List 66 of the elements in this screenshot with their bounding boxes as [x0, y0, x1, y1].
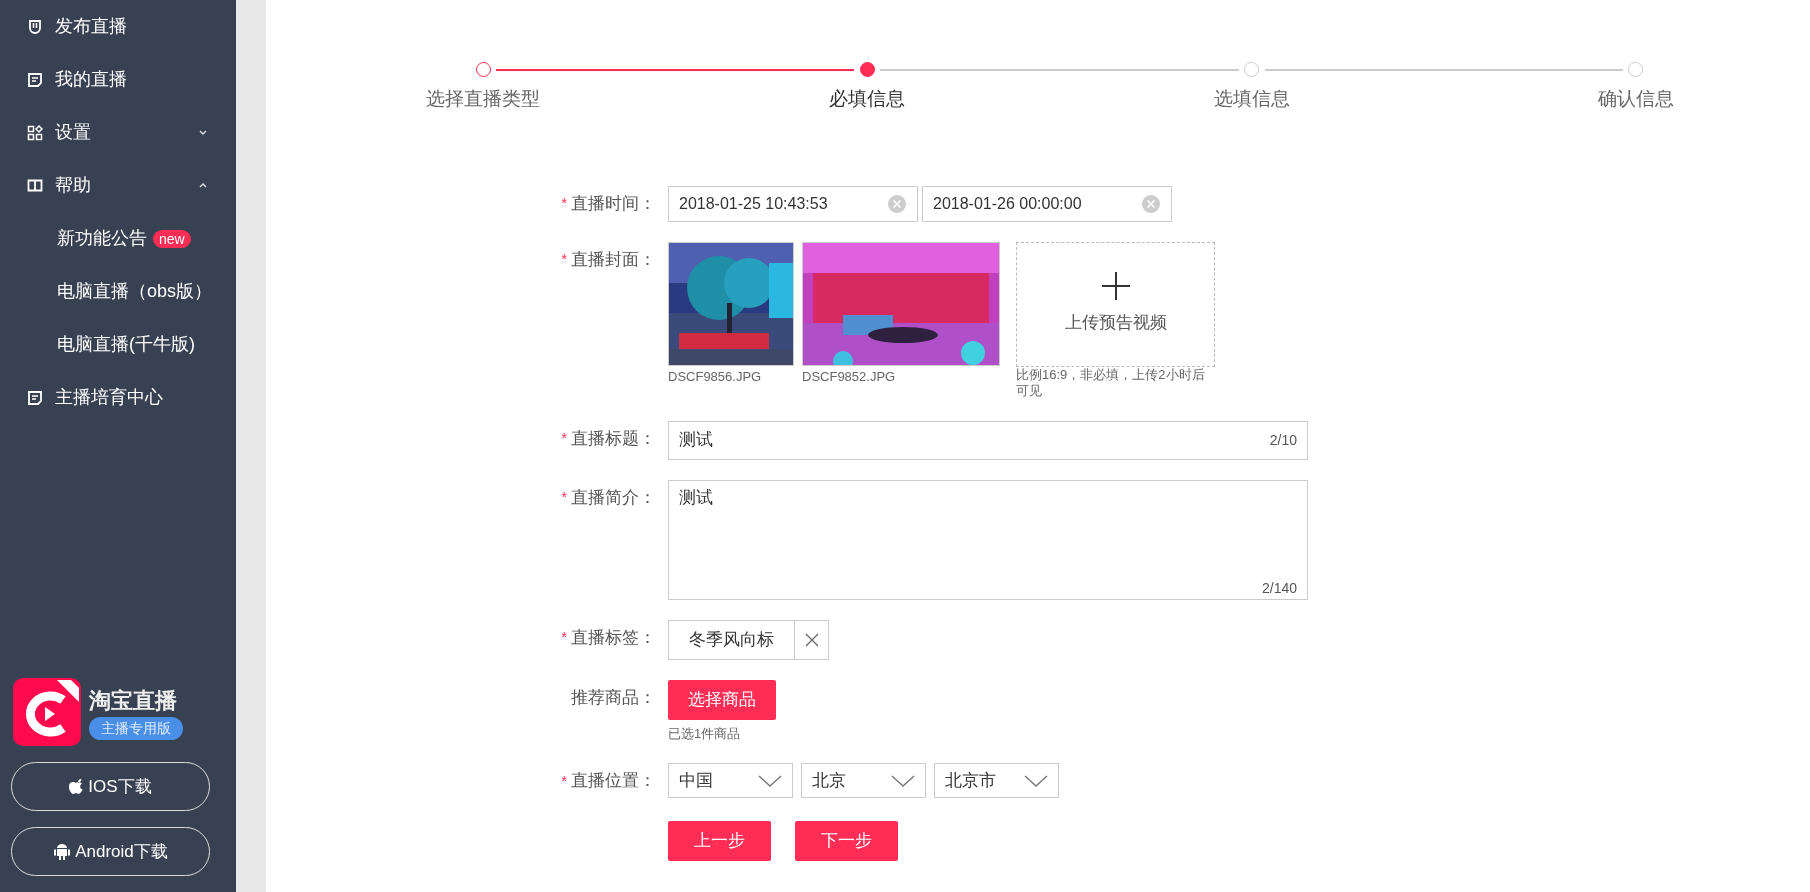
title-field[interactable]: 测试 2/10: [668, 420, 1308, 460]
file-name: DSCF9852.JPG: [802, 368, 896, 384]
step-button[interactable]: 上一步: [668, 821, 771, 861]
field-label: 直播标签：: [571, 626, 656, 649]
menu-label: 帮助: [55, 174, 92, 197]
step-label[interactable]: 必填信息: [829, 85, 906, 114]
date-field[interactable]: 2018-01-25 10:43:53: [668, 185, 918, 222]
document-icon: [27, 71, 43, 88]
submenu-item[interactable]: 新功能公告: [57, 225, 147, 252]
submenu-item[interactable]: 电脑直播(千牛版): [57, 331, 195, 358]
intro-field[interactable]: 测试 2/140: [668, 479, 1308, 600]
document-icon: [27, 389, 43, 406]
app-logo-icon: [13, 678, 81, 746]
field-label: 直播位置：: [571, 770, 656, 792]
required-mark: *: [561, 628, 567, 647]
menu-label: 发布直播: [55, 15, 128, 38]
android-icon: [53, 842, 72, 861]
upload-hint: 比例16:9，非必填，上传2小时后可见: [1016, 366, 1206, 399]
apple-icon: [69, 778, 85, 795]
clear-icon: [1141, 193, 1161, 214]
menu-label: 主播培育中心: [55, 386, 164, 409]
grid-icon: [27, 124, 43, 141]
file-name: DSCF9856.JPG: [668, 368, 762, 384]
required-mark: *: [561, 488, 567, 507]
tag-chip: 冬季风向标: [668, 619, 829, 660]
char-counter: 2/10: [1269, 430, 1297, 450]
required-mark: *: [561, 250, 567, 269]
field-label: 直播时间：: [571, 192, 656, 215]
chevron-down-icon: [891, 774, 915, 787]
menu-label: 我的直播: [55, 68, 128, 91]
select-goods-button[interactable]: 选择商品: [668, 679, 776, 720]
app-name: 淘宝直播: [89, 687, 178, 715]
sidebar-item[interactable]: 帮助: [0, 159, 236, 212]
app-tag: 主播专用版: [89, 717, 183, 740]
field-label: 推荐商品：: [571, 686, 656, 709]
step-button[interactable]: 下一步: [795, 821, 898, 861]
step-label[interactable]: 确认信息: [1598, 85, 1674, 114]
char-counter: 2/140: [1261, 578, 1297, 598]
plus-icon: [1101, 272, 1130, 301]
location-select[interactable]: 北京市: [934, 763, 1059, 798]
required-mark: *: [561, 429, 567, 448]
sidebar-item[interactable]: 我的直播: [0, 53, 236, 106]
location-select[interactable]: 北京: [801, 763, 926, 798]
chevron-down-icon: [1024, 774, 1048, 787]
clear-icon: [887, 193, 907, 214]
step-label[interactable]: 选填信息: [1213, 85, 1290, 114]
new-badge: new: [153, 229, 191, 248]
submenu-item[interactable]: 电脑直播（obs版）: [57, 278, 213, 305]
required-mark: *: [561, 194, 567, 213]
close-icon: [804, 632, 819, 647]
location-select[interactable]: 中国: [668, 763, 793, 798]
upload-area[interactable]: 上传预告视频: [1016, 241, 1215, 367]
step-label[interactable]: 选择直播类型: [426, 85, 540, 114]
sidebar-item[interactable]: 设置: [0, 106, 236, 159]
book-icon: [27, 177, 43, 194]
chevron-down-icon: [758, 774, 782, 787]
field-label: 直播封面：: [571, 248, 656, 271]
field-label: 直播简介：: [571, 486, 656, 509]
field-label: 直播标题：: [571, 427, 656, 450]
required-mark: *: [561, 771, 567, 791]
sidebar-item[interactable]: 主播培育中心: [0, 371, 236, 424]
sidebar-item[interactable]: 发布直播: [0, 0, 236, 53]
shield-icon: [27, 18, 43, 35]
selected-note: 已选1件商品: [668, 724, 742, 743]
menu-label: 设置: [55, 121, 92, 144]
date-field[interactable]: 2018-01-26 00:00:00: [922, 185, 1172, 222]
